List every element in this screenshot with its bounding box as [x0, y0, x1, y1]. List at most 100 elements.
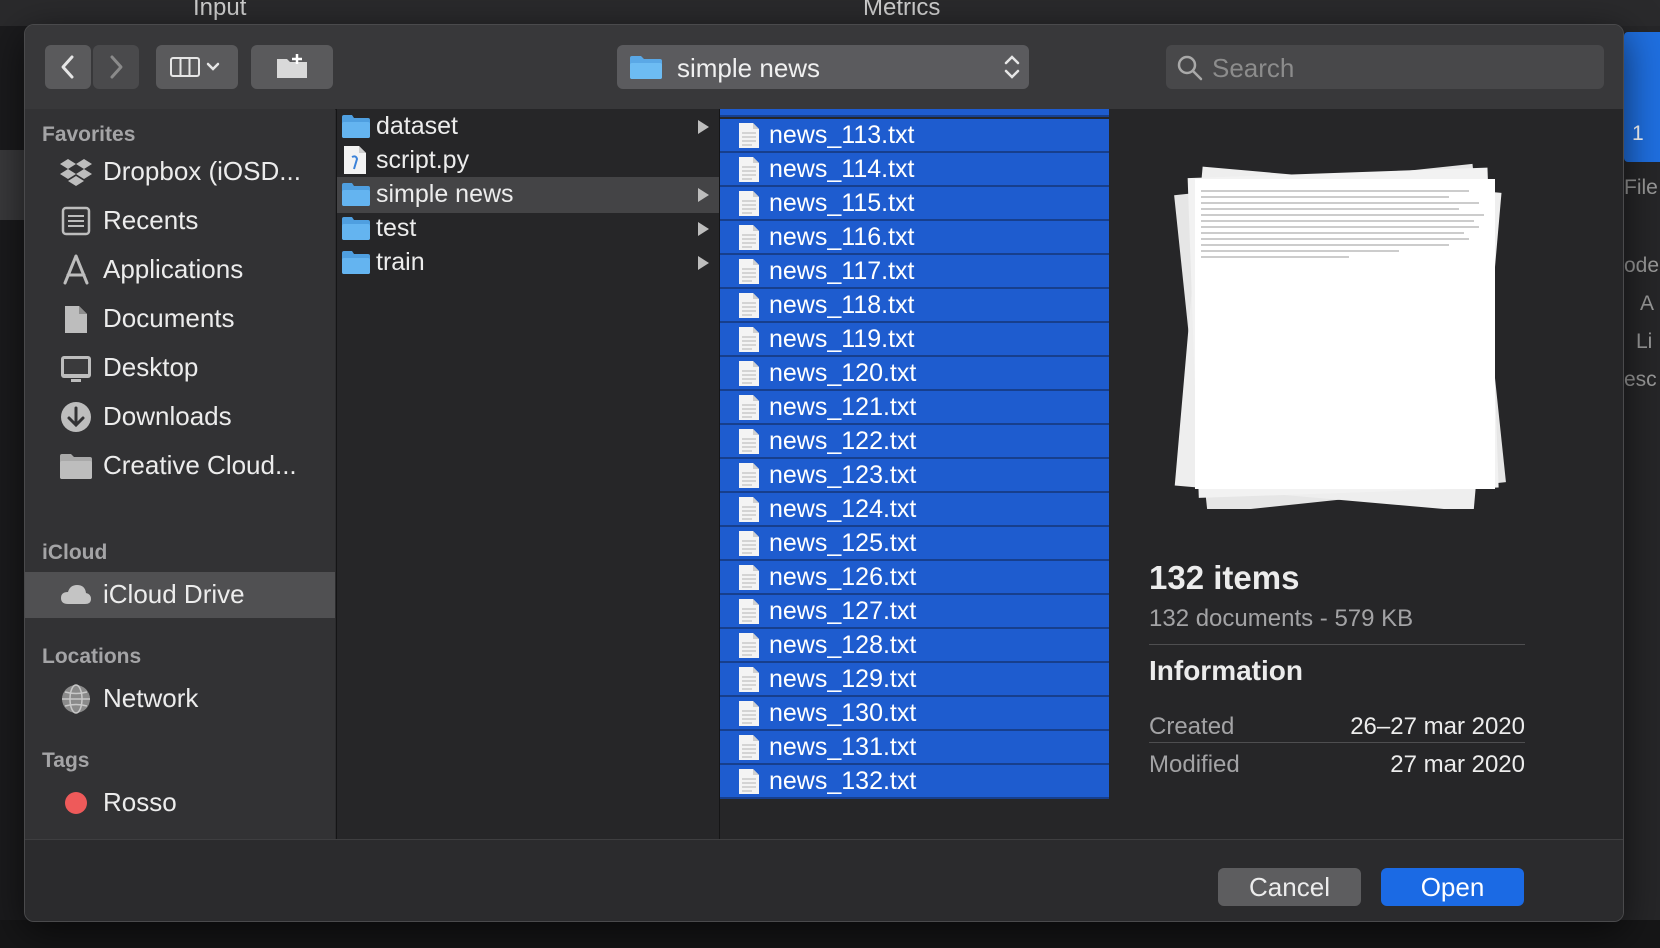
- file-row[interactable]: news_120.txt: [720, 357, 1109, 391]
- network-globe-icon: [62, 684, 90, 714]
- list-item-test[interactable]: test: [337, 211, 719, 247]
- list-item-simple-news[interactable]: simple news: [337, 177, 719, 213]
- sidebar-item-documents[interactable]: Documents: [25, 296, 335, 342]
- sidebar-item-icloud-drive[interactable]: iCloud Drive: [25, 572, 335, 618]
- file-row[interactable]: news_117.txt: [720, 255, 1109, 289]
- list-item-dataset[interactable]: dataset: [337, 109, 719, 145]
- file-row[interactable]: news_127.txt: [720, 595, 1109, 629]
- file-row[interactable]: news_113.txt: [720, 119, 1109, 153]
- text-file-icon: [739, 123, 759, 148]
- sidebar-item-desktop[interactable]: Desktop: [25, 345, 335, 391]
- folder-icon: [630, 56, 662, 79]
- background-left-strip: [0, 150, 24, 220]
- sidebar-item-dropbox[interactable]: Dropbox (iOSD...: [25, 149, 335, 195]
- sidebar-item-network[interactable]: Network: [25, 676, 335, 722]
- text-file-icon: [739, 497, 759, 522]
- file-name: news_122.txt: [769, 427, 917, 455]
- disclosure-arrow-icon: [698, 256, 709, 270]
- file-name: news_126.txt: [769, 563, 917, 591]
- file-row[interactable]: news_125.txt: [720, 527, 1109, 561]
- sidebar-item-label: Rosso: [103, 787, 177, 817]
- file-row[interactable]: news_132.txt: [720, 765, 1109, 799]
- path-popup[interactable]: simple news: [617, 45, 1029, 89]
- text-file-icon: [739, 395, 759, 420]
- dialog-toolbar: simple news Search: [25, 25, 1623, 110]
- file-row-partial[interactable]: [720, 109, 1109, 117]
- open-file-dialog: simple news Search Favorites Dropbox (iO…: [24, 24, 1624, 922]
- open-button[interactable]: Open: [1381, 868, 1524, 906]
- file-row[interactable]: news_116.txt: [720, 221, 1109, 255]
- file-name: news_132.txt: [769, 767, 917, 795]
- sidebar-item-recents[interactable]: Recents: [25, 198, 335, 244]
- file-name: news_117.txt: [769, 257, 915, 285]
- file-row[interactable]: news_124.txt: [720, 493, 1109, 527]
- text-file-icon: [739, 191, 759, 216]
- file-row[interactable]: news_114.txt: [720, 153, 1109, 187]
- file-name: news_128.txt: [769, 631, 917, 659]
- file-row[interactable]: news_123.txt: [720, 459, 1109, 493]
- text-file-icon: [739, 429, 759, 454]
- list-item-script[interactable]: script.py: [337, 143, 719, 179]
- forward-button[interactable]: [93, 45, 139, 89]
- applications-icon: [63, 254, 89, 285]
- text-file-icon: [739, 157, 759, 182]
- folder-icon: [342, 217, 370, 240]
- search-field[interactable]: Search: [1166, 45, 1604, 89]
- browser-column-1: dataset script.py simple news test train: [336, 109, 719, 839]
- file-row[interactable]: news_129.txt: [720, 663, 1109, 697]
- list-item-label: script.py: [376, 146, 470, 174]
- up-down-chevron-icon: [1004, 55, 1020, 79]
- text-file-icon: [739, 327, 759, 352]
- list-item-train[interactable]: train: [337, 245, 719, 281]
- file-name: news_116.txt: [769, 223, 915, 251]
- sidebar-item-label: Creative Cloud...: [103, 450, 297, 480]
- file-row[interactable]: news_131.txt: [720, 731, 1109, 765]
- file-row[interactable]: news_130.txt: [720, 697, 1109, 731]
- locations-heading: Locations: [42, 645, 142, 668]
- sidebar-item-applications[interactable]: Applications: [25, 247, 335, 293]
- list-item-label: simple news: [376, 180, 514, 208]
- file-name: news_121.txt: [769, 393, 917, 421]
- disclosure-arrow-icon: [698, 120, 709, 134]
- background-metrics-label: Metrics: [863, 0, 941, 21]
- cancel-button[interactable]: Cancel: [1218, 868, 1361, 906]
- file-row[interactable]: news_119.txt: [720, 323, 1109, 357]
- back-button[interactable]: [45, 45, 91, 89]
- file-row[interactable]: news_115.txt: [720, 187, 1109, 221]
- text-file-icon: [739, 667, 759, 692]
- sidebar: Favorites Dropbox (iOSD... Recents Appli…: [25, 109, 335, 839]
- file-name: news_123.txt: [769, 461, 917, 489]
- background-right-label: Li: [1636, 330, 1653, 353]
- sidebar-item-tag-rosso[interactable]: Rosso: [25, 780, 335, 826]
- background-right-label: esc: [1624, 368, 1657, 391]
- icloud-heading: iCloud: [42, 541, 108, 564]
- modified-value: 27 mar 2020: [1390, 751, 1525, 778]
- file-row[interactable]: news_121.txt: [720, 391, 1109, 425]
- sidebar-item-label: Documents: [103, 303, 235, 333]
- sidebar-item-creative-cloud[interactable]: Creative Cloud...: [25, 443, 335, 489]
- background-right-label: odel: [1624, 254, 1660, 277]
- file-row[interactable]: news_128.txt: [720, 629, 1109, 663]
- created-label: Created: [1149, 713, 1235, 740]
- background-right-label: 1: [1632, 122, 1644, 145]
- downloads-icon: [61, 402, 91, 432]
- background-window-header: Input Metrics: [0, 0, 1660, 26]
- file-name: news_113.txt: [769, 121, 915, 149]
- text-file-icon: [739, 225, 759, 250]
- desktop-icon: [61, 356, 91, 382]
- file-name: news_124.txt: [769, 495, 917, 523]
- sidebar-item-downloads[interactable]: Downloads: [25, 394, 335, 440]
- text-file-icon: [739, 463, 759, 488]
- text-file-icon: [739, 259, 759, 284]
- file-row[interactable]: news_126.txt: [720, 561, 1109, 595]
- view-mode-button[interactable]: [156, 45, 238, 89]
- search-icon: [1177, 55, 1203, 81]
- search-placeholder: Search: [1212, 53, 1295, 83]
- file-row[interactable]: news_122.txt: [720, 425, 1109, 459]
- new-folder-button[interactable]: [251, 45, 333, 89]
- file-name: news_115.txt: [769, 189, 915, 217]
- text-file-icon: [739, 769, 759, 794]
- sidebar-item-label: iCloud Drive: [103, 579, 245, 609]
- file-row[interactable]: news_118.txt: [720, 289, 1109, 323]
- background-input-label: Input: [193, 0, 247, 21]
